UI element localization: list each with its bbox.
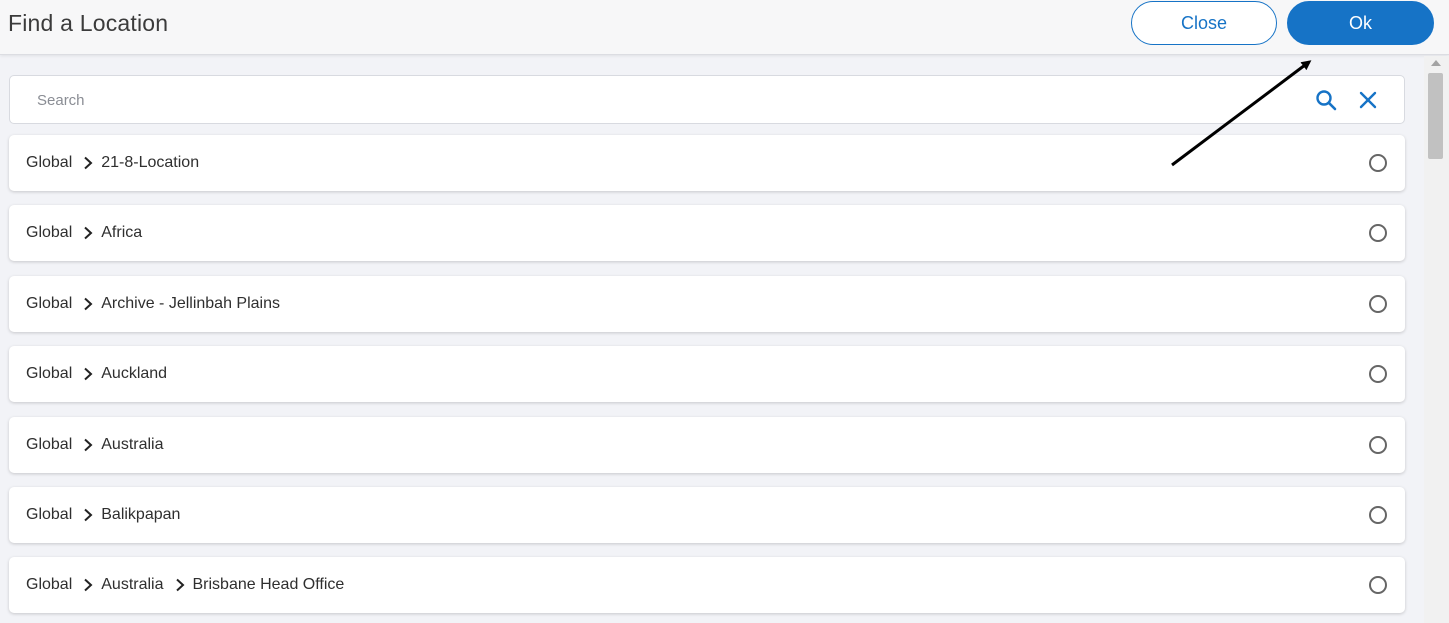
dialog-header: Find a Location Close Ok [0,0,1449,55]
chevron-right-icon [84,367,93,381]
chevron-right-icon [84,156,93,170]
breadcrumb-segment: Global [26,295,73,312]
chevron-right-icon [84,297,93,311]
breadcrumb-segment: Global [26,576,73,593]
breadcrumb-segment: Brisbane Head Office [192,576,345,593]
location-breadcrumb: Global Africa [26,205,142,261]
scroll-up-arrow-icon[interactable] [1431,60,1441,66]
location-row[interactable]: Global Auckland [9,346,1405,402]
location-row[interactable]: Global Australia [9,417,1405,473]
breadcrumb-segment: Global [26,154,73,171]
location-row[interactable]: Global Balikpapan [9,487,1405,543]
location-row[interactable]: Global Archive - Jellinbah Plains [9,276,1405,332]
location-breadcrumb: Global Australia Brisbane Head Office [26,557,344,613]
breadcrumb-segment: Australia [101,576,164,593]
scrollbar-thumb[interactable] [1428,73,1443,159]
chevron-right-icon [84,226,93,240]
breadcrumb-segment: Balikpapan [101,506,181,523]
search-bar [9,75,1405,124]
breadcrumb-segment: Africa [101,224,143,241]
radio-unselected-icon[interactable] [1369,295,1387,313]
location-breadcrumb: Global Balikpapan [26,487,180,543]
location-breadcrumb: Global Auckland [26,346,167,402]
close-icon[interactable] [1356,88,1380,112]
location-breadcrumb: Global 21-8-Location [26,135,199,191]
chevron-right-icon [84,438,93,452]
radio-unselected-icon[interactable] [1369,154,1387,172]
breadcrumb-segment: Australia [101,436,164,453]
breadcrumb-segment: Global [26,506,73,523]
location-row[interactable]: Global Australia Brisbane Head Office [9,557,1405,613]
breadcrumb-segment: Global [26,436,73,453]
breadcrumb-segment: Archive - Jellinbah Plains [101,295,280,312]
search-input[interactable] [37,89,1287,111]
chevron-right-icon [84,578,93,592]
location-list-panel: Global 21-8-Location Global Africa Global Arc… [0,56,1424,623]
chevron-right-icon [175,578,184,592]
radio-unselected-icon[interactable] [1369,365,1387,383]
location-row[interactable]: Global 21-8-Location [9,135,1405,191]
ok-button[interactable]: Ok [1287,1,1434,45]
location-breadcrumb: Global Archive - Jellinbah Plains [26,276,280,332]
close-button[interactable]: Close [1131,1,1277,45]
location-breadcrumb: Global Australia [26,417,164,473]
scrollbar[interactable] [1424,56,1449,623]
radio-unselected-icon[interactable] [1369,506,1387,524]
radio-unselected-icon[interactable] [1369,436,1387,454]
radio-unselected-icon[interactable] [1369,224,1387,242]
breadcrumb-segment: Global [26,365,73,382]
location-row[interactable]: Global Africa [9,205,1405,261]
dialog-title: Find a Location [8,10,169,36]
chevron-right-icon [84,508,93,522]
radio-unselected-icon[interactable] [1369,576,1387,594]
breadcrumb-segment: Global [26,224,73,241]
breadcrumb-segment: 21-8-Location [101,154,200,171]
search-icon[interactable] [1314,88,1338,112]
breadcrumb-segment: Auckland [101,365,168,382]
